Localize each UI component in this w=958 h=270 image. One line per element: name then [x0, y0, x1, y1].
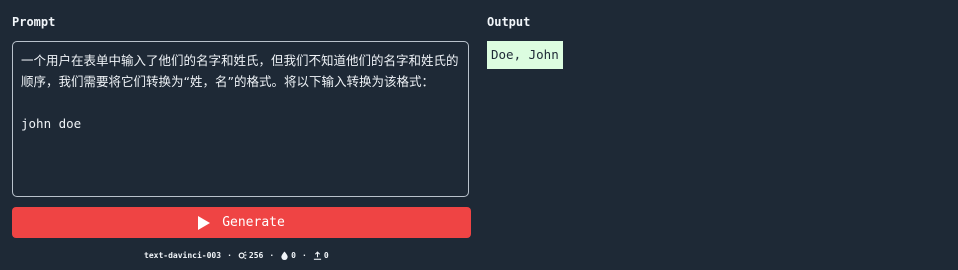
play-icon: [198, 215, 211, 230]
generate-button[interactable]: Generate: [12, 207, 471, 238]
prompt-label: Prompt: [12, 15, 56, 29]
max-tokens-value: 256: [248, 250, 264, 260]
separator-dot: ·: [302, 250, 307, 260]
temperature-value: 0: [291, 250, 296, 260]
generate-button-label: Generate: [222, 215, 285, 230]
prompt-textarea[interactable]: 一个用户在表单中输入了他们的名字和姓氏，但我们不知道他们的名字和姓氏的顺序，我们…: [12, 41, 469, 197]
top-p-icon: [313, 250, 321, 260]
prompt-instruction-text: 一个用户在表单中输入了他们的名字和姓氏，但我们不知道他们的名字和姓氏的顺序，我们…: [21, 53, 459, 89]
output-label: Output: [487, 15, 531, 29]
token-icon: [238, 250, 247, 259]
model-name: text-davinci-003: [144, 250, 222, 260]
top-p-value: 0: [323, 250, 329, 260]
model-settings-bar: text-davinci-003 · 256 · 0 · 0: [144, 248, 329, 262]
output-result: Doe, John: [487, 41, 563, 69]
separator-dot: ·: [227, 250, 232, 260]
temperature-drop-icon: [281, 250, 288, 260]
separator-dot: ·: [269, 250, 275, 260]
prompt-input-text: john doe: [21, 116, 82, 131]
